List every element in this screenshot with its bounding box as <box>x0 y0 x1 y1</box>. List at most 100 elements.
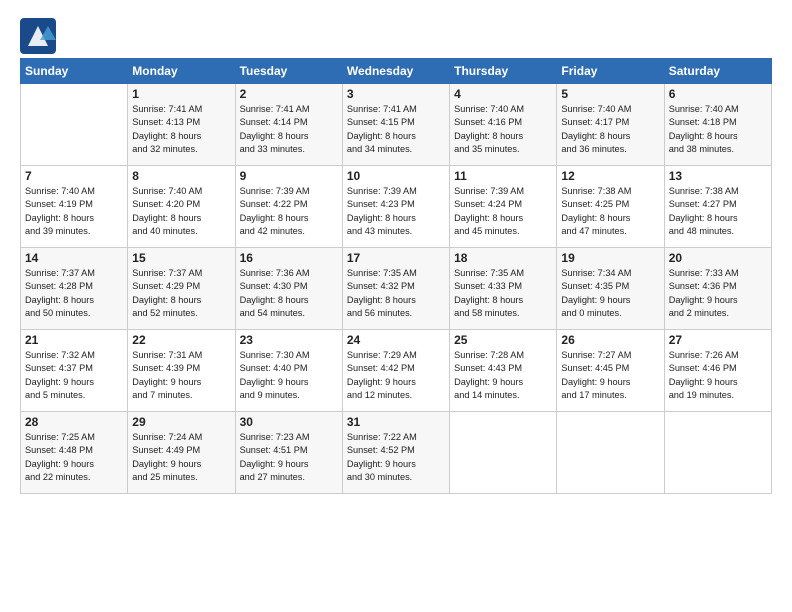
calendar-cell: 3 Sunrise: 7:41 AMSunset: 4:15 PMDaylight… <box>342 84 449 166</box>
calendar-cell: 19 Sunrise: 7:34 AMSunset: 4:35 PMDayligh… <box>557 248 664 330</box>
calendar-cell: 12 Sunrise: 7:38 AMSunset: 4:25 PMDayligh… <box>557 166 664 248</box>
day-number: 6 <box>669 87 767 101</box>
cell-info: Sunrise: 7:41 AMSunset: 4:15 PMDaylight:… <box>347 103 445 156</box>
cell-info: Sunrise: 7:39 AMSunset: 4:23 PMDaylight:… <box>347 185 445 238</box>
cell-info: Sunrise: 7:30 AMSunset: 4:40 PMDaylight:… <box>240 349 338 402</box>
day-number: 19 <box>561 251 659 265</box>
calendar-cell: 18Sunrise: 7:35 AMSunset: 4:33 PMDayligh… <box>450 248 557 330</box>
day-number: 5 <box>561 87 659 101</box>
calendar-cell: 22 Sunrise: 7:31 AMSunset: 4:39 PMDayligh… <box>128 330 235 412</box>
cell-info: Sunrise: 7:33 AMSunset: 4:36 PMDaylight:… <box>669 267 767 320</box>
day-number: 17 <box>347 251 445 265</box>
weekday-header: Friday <box>557 59 664 84</box>
cell-info: Sunrise: 7:39 AMSunset: 4:24 PMDaylight:… <box>454 185 552 238</box>
day-number: 15 <box>132 251 230 265</box>
calendar-cell: 1Sunrise: 7:41 AMSunset: 4:13 PMDaylight… <box>128 84 235 166</box>
calendar-cell: 9 Sunrise: 7:39 AMSunset: 4:22 PMDaylight… <box>235 166 342 248</box>
day-number: 3 <box>347 87 445 101</box>
calendar-cell: 15Sunrise: 7:37 AMSunset: 4:29 PMDayligh… <box>128 248 235 330</box>
calendar-cell: 7Sunrise: 7:40 AMSunset: 4:19 PMDaylight… <box>21 166 128 248</box>
cell-info: Sunrise: 7:38 AMSunset: 4:27 PMDaylight:… <box>669 185 767 238</box>
day-number: 9 <box>240 169 338 183</box>
calendar-cell <box>450 412 557 494</box>
day-number: 14 <box>25 251 123 265</box>
day-number: 30 <box>240 415 338 429</box>
day-number: 24 <box>347 333 445 347</box>
cell-info: Sunrise: 7:35 AMSunset: 4:32 PMDaylight:… <box>347 267 445 320</box>
calendar-week-row: 1Sunrise: 7:41 AMSunset: 4:13 PMDaylight… <box>21 84 772 166</box>
day-number: 4 <box>454 87 552 101</box>
calendar-cell: 29Sunrise: 7:24 AMSunset: 4:49 PMDayligh… <box>128 412 235 494</box>
cell-info: Sunrise: 7:41 AMSunset: 4:14 PMDaylight:… <box>240 103 338 156</box>
day-number: 18 <box>454 251 552 265</box>
day-number: 23 <box>240 333 338 347</box>
cell-info: Sunrise: 7:38 AMSunset: 4:25 PMDaylight:… <box>561 185 659 238</box>
cell-info: Sunrise: 7:40 AMSunset: 4:16 PMDaylight:… <box>454 103 552 156</box>
weekday-header-row: SundayMondayTuesdayWednesdayThursdayFrid… <box>21 59 772 84</box>
day-number: 12 <box>561 169 659 183</box>
day-number: 2 <box>240 87 338 101</box>
calendar-cell <box>664 412 771 494</box>
calendar-week-row: 14 Sunrise: 7:37 AMSunset: 4:28 PMDayligh… <box>21 248 772 330</box>
cell-info: Sunrise: 7:40 AMSunset: 4:17 PMDaylight:… <box>561 103 659 156</box>
calendar-cell: 31 Sunrise: 7:22 AMSunset: 4:52 PMDayligh… <box>342 412 449 494</box>
day-number: 13 <box>669 169 767 183</box>
cell-info: Sunrise: 7:24 AMSunset: 4:49 PMDaylight:… <box>132 431 230 484</box>
calendar-cell: 5 Sunrise: 7:40 AMSunset: 4:17 PMDaylight… <box>557 84 664 166</box>
calendar-cell: 16Sunrise: 7:36 AMSunset: 4:30 PMDayligh… <box>235 248 342 330</box>
weekday-header: Saturday <box>664 59 771 84</box>
cell-info: Sunrise: 7:27 AMSunset: 4:45 PMDaylight:… <box>561 349 659 402</box>
calendar-cell: 26 Sunrise: 7:27 AMSunset: 4:45 PMDayligh… <box>557 330 664 412</box>
calendar-table: SundayMondayTuesdayWednesdayThursdayFrid… <box>20 58 772 494</box>
day-number: 8 <box>132 169 230 183</box>
calendar-cell <box>557 412 664 494</box>
calendar-cell: 27Sunrise: 7:26 AMSunset: 4:46 PMDayligh… <box>664 330 771 412</box>
weekday-header: Thursday <box>450 59 557 84</box>
cell-info: Sunrise: 7:31 AMSunset: 4:39 PMDaylight:… <box>132 349 230 402</box>
calendar-cell: 6 Sunrise: 7:40 AMSunset: 4:18 PMDaylight… <box>664 84 771 166</box>
cell-info: Sunrise: 7:34 AMSunset: 4:35 PMDaylight:… <box>561 267 659 320</box>
day-number: 25 <box>454 333 552 347</box>
calendar-cell: 14 Sunrise: 7:37 AMSunset: 4:28 PMDayligh… <box>21 248 128 330</box>
calendar-cell: 30Sunrise: 7:23 AMSunset: 4:51 PMDayligh… <box>235 412 342 494</box>
day-number: 11 <box>454 169 552 183</box>
day-number: 16 <box>240 251 338 265</box>
calendar-cell: 13 Sunrise: 7:38 AMSunset: 4:27 PMDayligh… <box>664 166 771 248</box>
cell-info: Sunrise: 7:39 AMSunset: 4:22 PMDaylight:… <box>240 185 338 238</box>
calendar-cell: 8 Sunrise: 7:40 AMSunset: 4:20 PMDaylight… <box>128 166 235 248</box>
cell-info: Sunrise: 7:29 AMSunset: 4:42 PMDaylight:… <box>347 349 445 402</box>
day-number: 21 <box>25 333 123 347</box>
day-number: 31 <box>347 415 445 429</box>
cell-info: Sunrise: 7:40 AMSunset: 4:20 PMDaylight:… <box>132 185 230 238</box>
calendar-cell <box>21 84 128 166</box>
cell-info: Sunrise: 7:37 AMSunset: 4:28 PMDaylight:… <box>25 267 123 320</box>
cell-info: Sunrise: 7:22 AMSunset: 4:52 PMDaylight:… <box>347 431 445 484</box>
calendar-cell: 28 Sunrise: 7:25 AMSunset: 4:48 PMDayligh… <box>21 412 128 494</box>
weekday-header: Sunday <box>21 59 128 84</box>
calendar-cell: 24 Sunrise: 7:29 AMSunset: 4:42 PMDayligh… <box>342 330 449 412</box>
header <box>20 18 772 46</box>
calendar-cell: 25 Sunrise: 7:28 AMSunset: 4:43 PMDayligh… <box>450 330 557 412</box>
day-number: 28 <box>25 415 123 429</box>
cell-info: Sunrise: 7:32 AMSunset: 4:37 PMDaylight:… <box>25 349 123 402</box>
calendar-week-row: 7Sunrise: 7:40 AMSunset: 4:19 PMDaylight… <box>21 166 772 248</box>
day-number: 10 <box>347 169 445 183</box>
weekday-header: Monday <box>128 59 235 84</box>
day-number: 20 <box>669 251 767 265</box>
calendar-cell: 23 Sunrise: 7:30 AMSunset: 4:40 PMDayligh… <box>235 330 342 412</box>
cell-info: Sunrise: 7:40 AMSunset: 4:18 PMDaylight:… <box>669 103 767 156</box>
page: SundayMondayTuesdayWednesdayThursdayFrid… <box>0 0 792 504</box>
logo <box>20 18 50 46</box>
calendar-cell: 10 Sunrise: 7:39 AMSunset: 4:23 PMDayligh… <box>342 166 449 248</box>
day-number: 26 <box>561 333 659 347</box>
calendar-cell: 11 Sunrise: 7:39 AMSunset: 4:24 PMDayligh… <box>450 166 557 248</box>
cell-info: Sunrise: 7:41 AMSunset: 4:13 PMDaylight:… <box>132 103 230 156</box>
cell-info: Sunrise: 7:28 AMSunset: 4:43 PMDaylight:… <box>454 349 552 402</box>
logo-icon <box>20 18 48 46</box>
cell-info: Sunrise: 7:26 AMSunset: 4:46 PMDaylight:… <box>669 349 767 402</box>
cell-info: Sunrise: 7:25 AMSunset: 4:48 PMDaylight:… <box>25 431 123 484</box>
weekday-header: Wednesday <box>342 59 449 84</box>
day-number: 22 <box>132 333 230 347</box>
calendar-week-row: 28 Sunrise: 7:25 AMSunset: 4:48 PMDayligh… <box>21 412 772 494</box>
day-number: 7 <box>25 169 123 183</box>
